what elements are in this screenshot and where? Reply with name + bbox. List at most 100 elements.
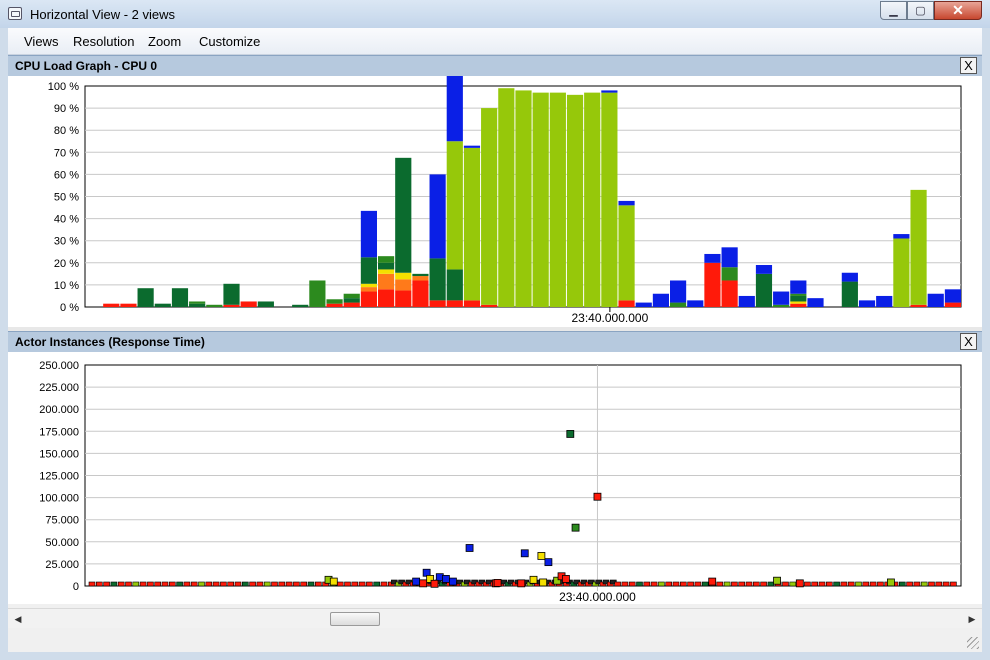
cpu-bar-segment: [944, 302, 961, 307]
actor-baseline-marker: [110, 581, 118, 587]
actor-baseline-marker: [621, 581, 629, 587]
actor-baseline-marker: [278, 581, 286, 587]
cpu-bar-segment: [378, 256, 395, 263]
actor-y-tick-label: 125.000: [39, 471, 79, 483]
maximize-button[interactable]: ▢: [907, 1, 934, 20]
cpu-load-graph[interactable]: 0 % 10 % 20 % 30 % 40 % 50 % 60 % 70 % 80 % 90 % 1…: [8, 76, 982, 327]
actor-baseline-marker: [205, 581, 213, 587]
cpu-bar-segment: [481, 304, 498, 307]
actor-y-tick-label: 150.000: [39, 448, 79, 460]
cpu-bar-segment: [790, 303, 807, 307]
cpu-bar-segment: [326, 299, 343, 304]
cpu-bar-segment: [790, 280, 807, 294]
actor-baseline-marker: [190, 581, 198, 587]
actor-baseline-marker: [833, 581, 840, 587]
cpu-bar-segment: [790, 293, 807, 296]
cpu-bar-segment: [171, 288, 189, 307]
actor-y-tick-label: 75.000: [45, 515, 79, 527]
actor-y-tick-label: 200.000: [39, 404, 79, 416]
cpu-bar-segment: [206, 304, 223, 307]
cpu-bar-segment: [360, 291, 377, 307]
cpu-bar-segment: [893, 238, 910, 307]
actor-point: [520, 549, 529, 558]
actor-baseline-marker: [804, 581, 811, 587]
cpu-y-tick-label: 90 %: [54, 103, 79, 115]
cpu-bar-segment: [429, 300, 446, 307]
cpu-bar-segment: [532, 92, 549, 307]
cpu-bar-segment: [429, 174, 446, 259]
title-bar[interactable]: Horizontal View - 2 views ▁ ▢ ✕: [0, 0, 990, 28]
cpu-y-tick-label: 40 %: [54, 214, 79, 226]
actor-point: [708, 577, 717, 586]
actor-baseline-marker: [614, 581, 621, 587]
cpu-x-tick-label: 23:40.000.000: [572, 311, 649, 325]
menu-zoom[interactable]: Zoom: [148, 34, 181, 49]
cpu-y-tick-label: 80 %: [54, 125, 79, 137]
scroll-right-icon[interactable]: ▶: [964, 611, 980, 627]
cpu-bar-segment: [412, 280, 429, 307]
cpu-bar-segment: [670, 280, 687, 303]
scroll-thumb[interactable]: [330, 612, 380, 626]
actor-baseline-marker: [234, 581, 242, 587]
cpu-bar-segment: [773, 291, 790, 305]
cpu-bar-segment: [360, 257, 377, 284]
actor-baseline-marker: [154, 581, 161, 587]
cpu-bar-segment: [446, 76, 463, 142]
actor-point: [517, 579, 526, 588]
actor-baseline-marker: [169, 581, 176, 587]
cpu-bar-segment: [343, 298, 360, 303]
cpu-bar-segment: [429, 258, 446, 301]
actor-baseline-marker: [336, 581, 344, 587]
menu-views[interactable]: Views: [24, 34, 58, 49]
cpu-bar-segment: [515, 90, 532, 307]
cpu-bar-segment: [378, 269, 395, 274]
cpu-panel-close-button[interactable]: X: [960, 57, 977, 74]
cpu-bar-segment: [463, 147, 481, 301]
cpu-bar-segment: [223, 304, 240, 307]
close-button[interactable]: ✕: [934, 1, 982, 20]
scroll-left-icon[interactable]: ◀: [10, 611, 26, 627]
cpu-bar-segment: [257, 301, 274, 307]
actor-baseline-marker: [928, 581, 935, 587]
cpu-bar-segment: [498, 88, 515, 308]
actor-baseline-marker: [139, 581, 147, 587]
cpu-bar-segment: [755, 273, 773, 307]
horizontal-scrollbar[interactable]: ◀ ▶: [8, 608, 982, 629]
actor-baseline-marker: [687, 581, 694, 587]
actor-baseline-marker: [782, 581, 789, 587]
cpu-bar-segment: [223, 283, 240, 305]
menu-customize[interactable]: Customize: [199, 34, 260, 49]
minimize-button[interactable]: ▁: [880, 1, 907, 20]
actor-point: [571, 523, 580, 532]
actor-baseline-marker: [920, 581, 928, 587]
actor-baseline-marker: [950, 581, 957, 587]
actor-baseline-marker: [745, 581, 753, 587]
window-title: Horizontal View - 2 views: [30, 7, 175, 22]
actor-baseline-marker: [373, 581, 381, 587]
actor-instances-graph[interactable]: 0 25.000 50.000 75.000 100.000 125.000 150.000…: [8, 352, 982, 604]
menu-bar: Views Resolution Zoom Customize: [8, 28, 982, 55]
actor-baseline-marker: [811, 581, 819, 587]
menu-resolution[interactable]: Resolution: [73, 34, 134, 49]
actor-panel-close-button[interactable]: X: [960, 333, 977, 350]
cpu-bar-segment: [549, 92, 566, 307]
actor-y-tick-label: 50.000: [45, 537, 79, 549]
cpu-bar-segment: [601, 90, 618, 93]
cpu-bar-segment: [378, 289, 395, 307]
cpu-bar-segment: [463, 145, 481, 148]
actor-baseline-marker: [862, 581, 870, 587]
resize-grip-icon[interactable]: [967, 637, 979, 649]
actor-point: [544, 558, 553, 567]
app-window: Horizontal View - 2 views ▁ ▢ ✕ Views Re…: [0, 0, 990, 660]
cpu-bar-segment: [360, 287, 377, 292]
cpu-bar-segment: [395, 290, 412, 307]
cpu-bar-segment: [120, 303, 137, 307]
actor-point: [329, 577, 338, 586]
actor-point: [529, 575, 538, 584]
cpu-bar-segment: [704, 262, 721, 307]
actor-baseline-marker: [132, 581, 140, 587]
cpu-bar-segment: [360, 210, 377, 258]
actor-y-tick-label: 250.000: [39, 360, 79, 372]
actor-baseline-marker: [818, 581, 826, 587]
actor-baseline-marker: [380, 581, 388, 587]
